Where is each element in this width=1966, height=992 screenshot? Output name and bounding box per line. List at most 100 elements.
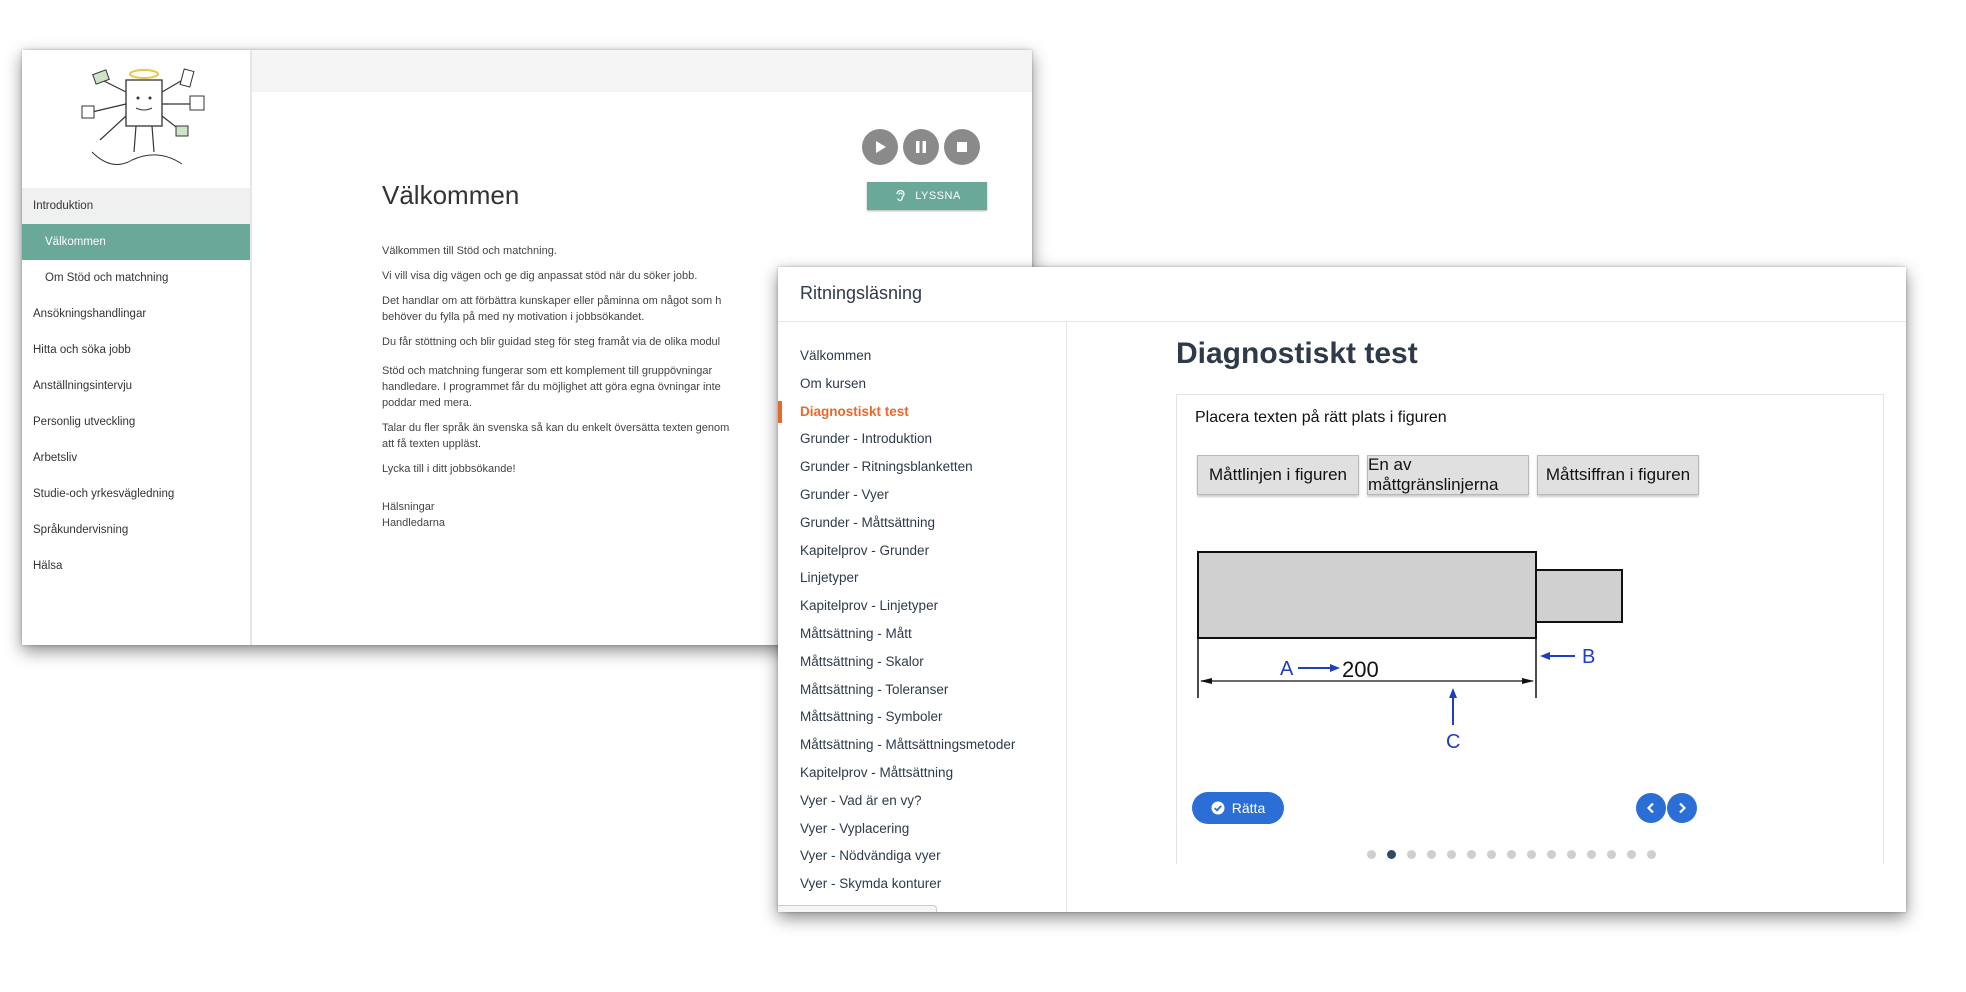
pagination-dot[interactable] xyxy=(1527,850,1536,859)
pagination-dot[interactable] xyxy=(1647,850,1656,859)
sidebar-item[interactable]: Om Stöd och matchning xyxy=(22,260,250,296)
pagination-dot[interactable] xyxy=(1447,850,1456,859)
paragraph: att få texten uppläst. xyxy=(382,438,482,450)
course-nav-item[interactable]: Om kursen xyxy=(778,370,1066,398)
pagination-dot[interactable] xyxy=(1567,850,1576,859)
course-nav-item[interactable]: Grunder - Vyer xyxy=(778,481,1066,509)
quiz-panel: Placera texten på rätt plats i figuren M… xyxy=(1176,394,1884,864)
course-nav-item[interactable]: Grunder - Introduktion xyxy=(778,425,1066,453)
sidebar-item[interactable]: Studie-och yrkesvägledning xyxy=(22,476,250,512)
pagination-dot[interactable] xyxy=(1407,850,1416,859)
app-title: Ritningsläsning xyxy=(800,283,923,303)
paragraph: Det handlar om att förbättra kunskaper e… xyxy=(382,295,722,307)
course-nav-item[interactable]: Vyer - Nödvändiga vyer xyxy=(778,842,1066,870)
paragraph: Talar du fler språk än svenska så kan du… xyxy=(382,422,730,434)
technical-drawing: 200 A B C xyxy=(1197,551,1623,753)
check-button[interactable]: Rätta xyxy=(1192,792,1284,824)
quiz-instruction: Placera texten på rätt plats i figuren xyxy=(1195,409,1447,426)
signature-greeting: Hälsningar xyxy=(382,501,435,513)
paragraph: Du får stöttning och blir guidad steg fö… xyxy=(382,336,721,348)
prev-button[interactable] xyxy=(1636,793,1666,823)
pagination-dot[interactable] xyxy=(1587,850,1596,859)
chevron-right-icon xyxy=(1679,802,1687,814)
label-b: B xyxy=(1582,646,1595,668)
sidebar-item[interactable]: Arbetsliv xyxy=(22,440,250,476)
stop-icon xyxy=(957,142,967,152)
course-nav-item[interactable]: Kapitelprov - Grunder xyxy=(778,537,1066,565)
drag-option-mattsiffran[interactable]: Måttsiffran i figuren xyxy=(1537,455,1699,495)
course-nav-item[interactable]: Måttsättning - Symboler xyxy=(778,703,1066,731)
course-nav-item[interactable]: Kapitelprov - Linjetyper xyxy=(778,592,1066,620)
drag-option-mattgranslinje[interactable]: En av måttgränslinjerna xyxy=(1367,455,1529,495)
pagination-dot[interactable] xyxy=(1547,850,1556,859)
drawing-body xyxy=(1197,551,1537,639)
course-nav-item[interactable]: Vyer - Vyplacering xyxy=(778,815,1066,843)
pagination-dots xyxy=(1367,850,1656,859)
play-icon xyxy=(876,141,886,153)
paragraph: Lycka till i ditt jobbsökande! xyxy=(382,463,516,475)
pagination-dot[interactable] xyxy=(1387,850,1396,859)
sidebar-item[interactable]: Välkommen xyxy=(22,224,250,260)
pagination-dot[interactable] xyxy=(1627,850,1636,859)
check-label: Rätta xyxy=(1231,800,1266,816)
label-c: C xyxy=(1446,731,1460,753)
pause-icon xyxy=(916,141,926,153)
course-sidebar: Välkommen Om kursen Diagnostiskt test Grund… xyxy=(778,322,1067,912)
pagination-dot[interactable] xyxy=(1487,850,1496,859)
pagination-dot[interactable] xyxy=(1607,850,1616,859)
course-nav-item[interactable]: Måttsättning - Skalor xyxy=(778,648,1066,676)
listen-button[interactable]: LYSSNA xyxy=(867,182,987,210)
page-title: Diagnostiskt test xyxy=(1176,337,1418,370)
course-nav-item[interactable]: Vyer - Vad är en vy? xyxy=(778,787,1066,815)
check-circle-icon xyxy=(1211,801,1225,815)
paragraph: Välkommen till Stöd och matchning. xyxy=(382,245,557,257)
label-a: A xyxy=(1280,658,1294,680)
header: Ritningsläsning xyxy=(778,267,1906,322)
course-nav-item[interactable]: Kapitelprov - Måttsättning xyxy=(778,759,1066,787)
sidebar-nav: Introduktion Välkommen Om Stöd och matchni… xyxy=(22,188,250,584)
top-bar xyxy=(252,50,1032,92)
course-nav-item[interactable]: Diagnostiskt test xyxy=(778,398,1066,426)
play-button[interactable] xyxy=(862,129,898,165)
dimension-value: 200 xyxy=(1342,657,1379,682)
sidebar-item[interactable]: Introduktion xyxy=(22,188,250,224)
drawing-shaft xyxy=(1535,569,1623,623)
paragraph: behöver du fylla på med ny motivation i … xyxy=(382,311,645,323)
pause-button[interactable] xyxy=(903,129,939,165)
course-nav-item[interactable]: Måttsättning - Toleranser xyxy=(778,676,1066,704)
course-nav: Välkommen Om kursen Diagnostiskt test Grund… xyxy=(778,342,1066,898)
sidebar-item[interactable]: Hitta och söka jobb xyxy=(22,332,250,368)
drag-option-mattlinjen[interactable]: Måttlinjen i figuren xyxy=(1197,455,1359,495)
chevron-left-icon xyxy=(1646,802,1654,814)
window-ritningslasning: Ritningsläsning Välkommen Om kursen Diagno… xyxy=(778,267,1906,912)
course-nav-item[interactable]: Grunder - Ritningsblanketten xyxy=(778,453,1066,481)
page-title: Välkommen xyxy=(382,180,520,210)
sidebar-item[interactable]: Hälsa xyxy=(22,548,250,584)
course-nav-item[interactable]: Vyer - Skymda konturer xyxy=(778,870,1066,898)
course-nav-item[interactable]: Linjetyper xyxy=(778,564,1066,592)
signature-name: Handledarna xyxy=(382,517,445,529)
paragraph: Stöd och matchning fungerar som ett komp… xyxy=(382,365,713,377)
sidebar-item[interactable]: Personlig utveckling xyxy=(22,404,250,440)
sidebar-item[interactable]: Ansökningshandlingar xyxy=(22,296,250,332)
course-nav-item[interactable]: Måttsättning - Måttsättningsmetoder xyxy=(778,731,1066,759)
paragraph: Vi vill visa dig vägen och ge dig anpass… xyxy=(382,270,698,282)
paragraph: poddar med mera. xyxy=(382,397,472,409)
pagination-dot[interactable] xyxy=(1467,850,1476,859)
audio-controls xyxy=(862,129,980,165)
pagination-dot[interactable] xyxy=(1427,850,1436,859)
scrollbar[interactable] xyxy=(778,905,937,912)
pagination-dot[interactable] xyxy=(1507,850,1516,859)
paragraph: handledare. I programmet får du möjlighe… xyxy=(382,381,721,393)
ear-icon xyxy=(896,189,905,202)
logo xyxy=(81,68,205,165)
course-nav-item[interactable]: Välkommen xyxy=(778,342,1066,370)
course-nav-item[interactable]: Måttsättning - Mått xyxy=(778,620,1066,648)
sidebar-item[interactable]: Anställningsintervju xyxy=(22,368,250,404)
sidebar-item[interactable]: Språkundervisning xyxy=(22,512,250,548)
pagination-dot[interactable] xyxy=(1367,850,1376,859)
course-nav-item[interactable]: Grunder - Måttsättning xyxy=(778,509,1066,537)
next-button[interactable] xyxy=(1667,793,1697,823)
listen-label: LYSSNA xyxy=(915,190,961,202)
stop-button[interactable] xyxy=(944,129,980,165)
